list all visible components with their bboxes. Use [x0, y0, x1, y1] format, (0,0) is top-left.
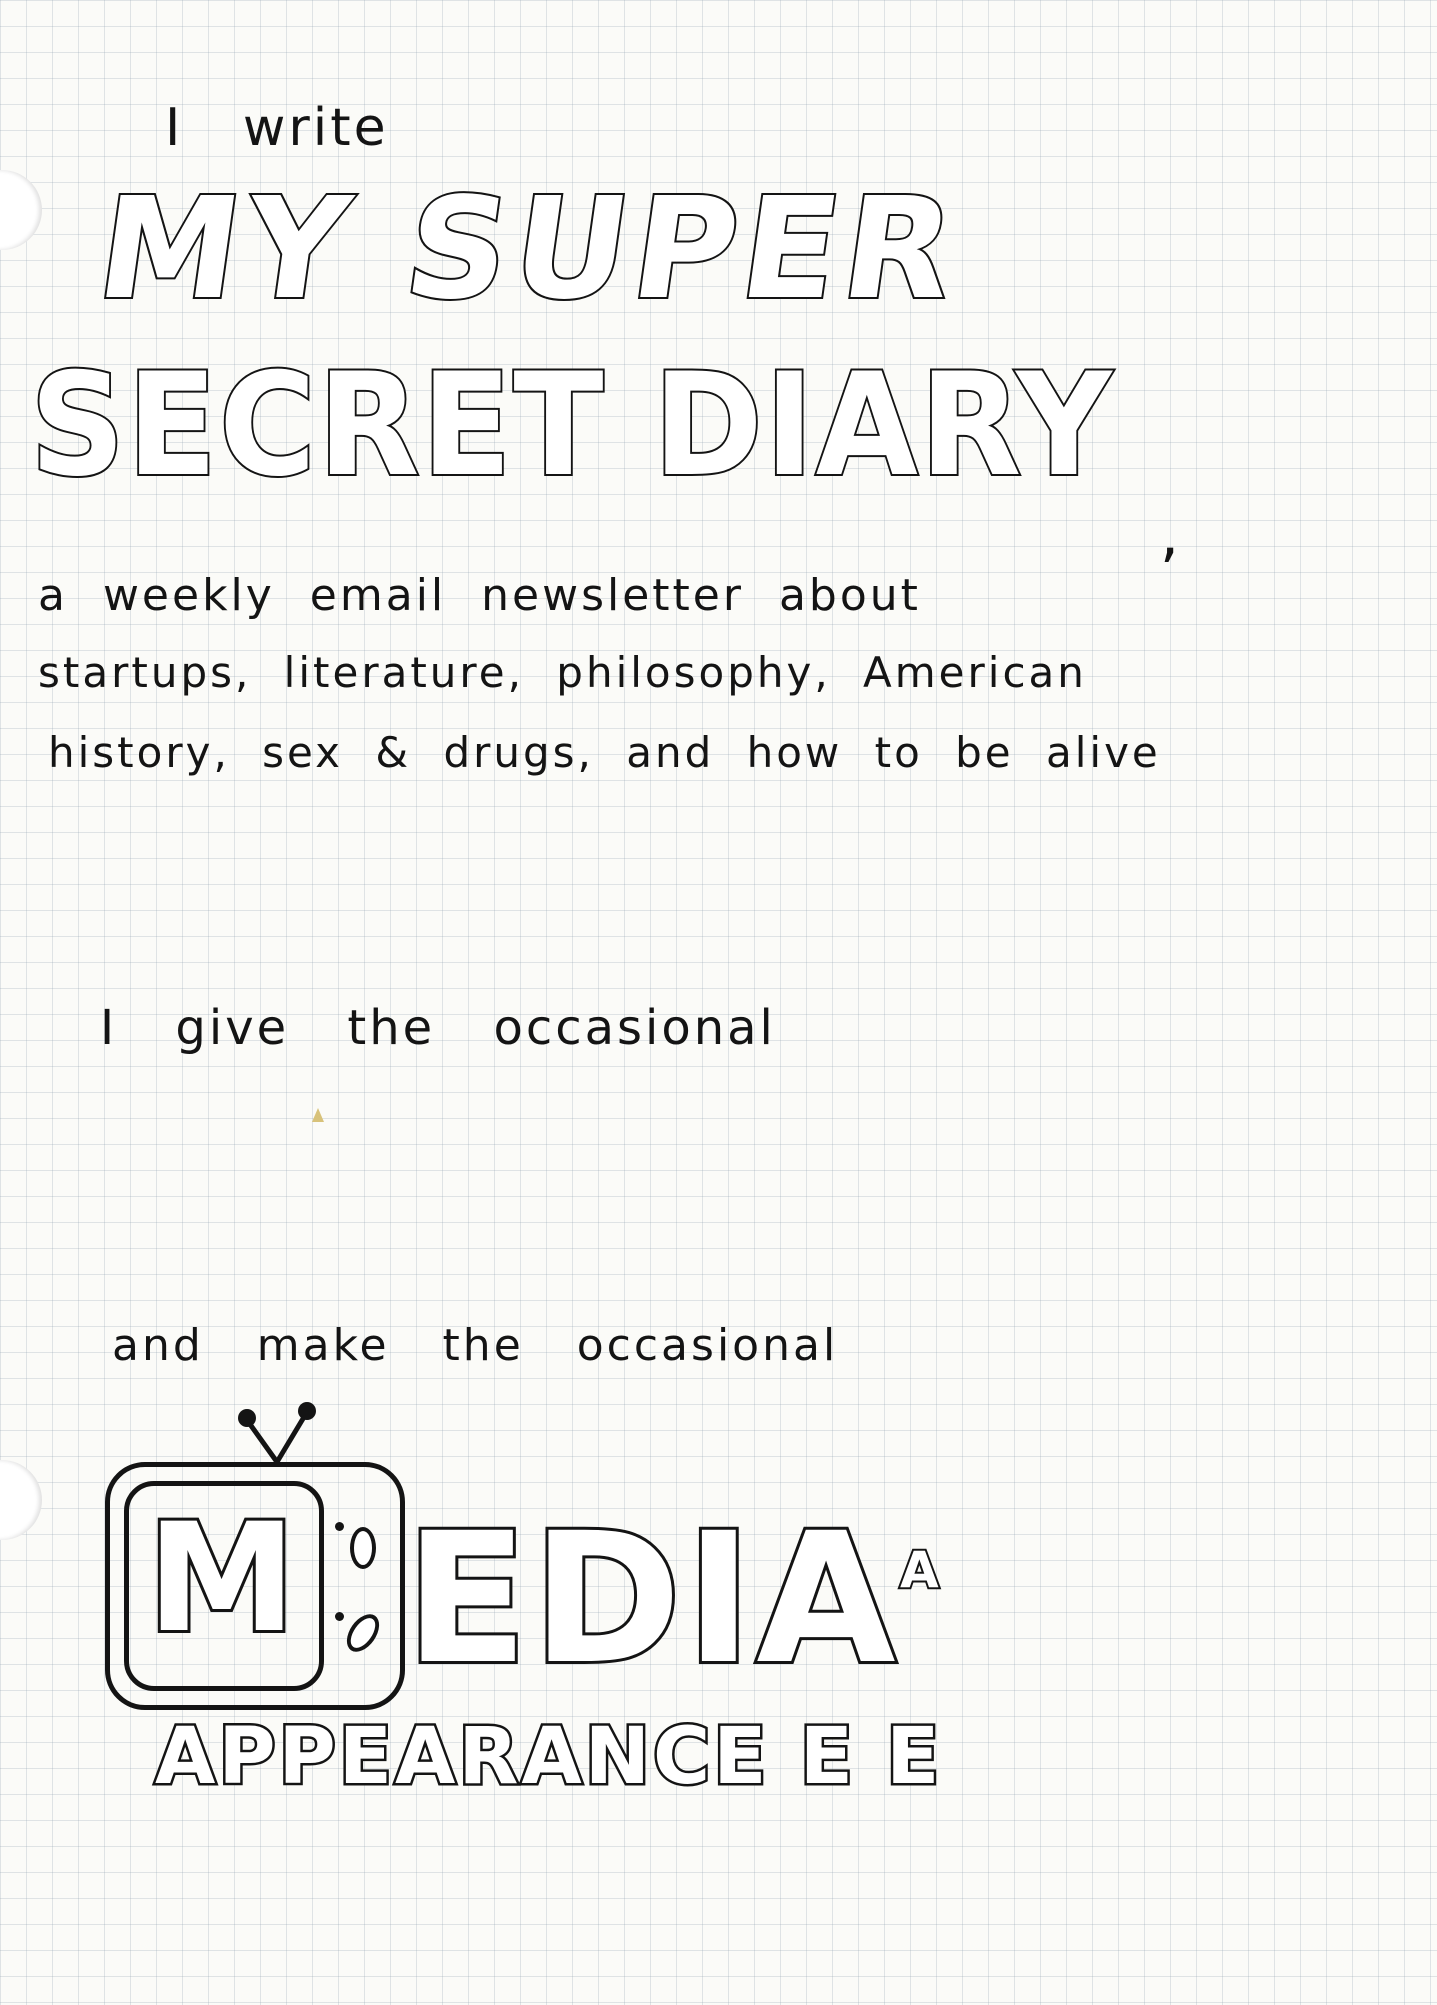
binder-hole-bottom: [0, 1460, 42, 1540]
media-m: M: [144, 1492, 299, 1666]
description-line-2: startups, literature, philosophy, Americ…: [38, 648, 1087, 697]
description-line-3: history, sex & drugs, and how to be aliv…: [48, 728, 1161, 777]
tv-dot-bottom: [335, 1612, 344, 1621]
description-line-1: a weekly email newsletter about: [38, 570, 921, 621]
tv-knob-top: [350, 1527, 376, 1569]
title-line-1: MY SUPER: [87, 166, 972, 333]
tv-screen: M: [124, 1481, 324, 1691]
title-comma: ,: [1160, 500, 1183, 570]
media-line: and make the occasional: [112, 1320, 839, 1371]
tv-dot-top: [335, 1522, 344, 1531]
binder-hole-top: [0, 170, 42, 250]
media-word: EDIA: [402, 1495, 900, 1704]
intro-text: I write: [165, 98, 389, 158]
paper-fleck: [312, 1108, 324, 1122]
media-subtitle: APPEARANCE E E: [152, 1712, 943, 1802]
tv-knob-bottom: [340, 1608, 386, 1658]
talk-line: I give the occasional: [100, 1000, 776, 1056]
title-line-2: SECRET DIARY: [28, 343, 1114, 508]
tv-icon: M: [105, 1462, 405, 1710]
media-tick: A: [898, 1541, 941, 1599]
